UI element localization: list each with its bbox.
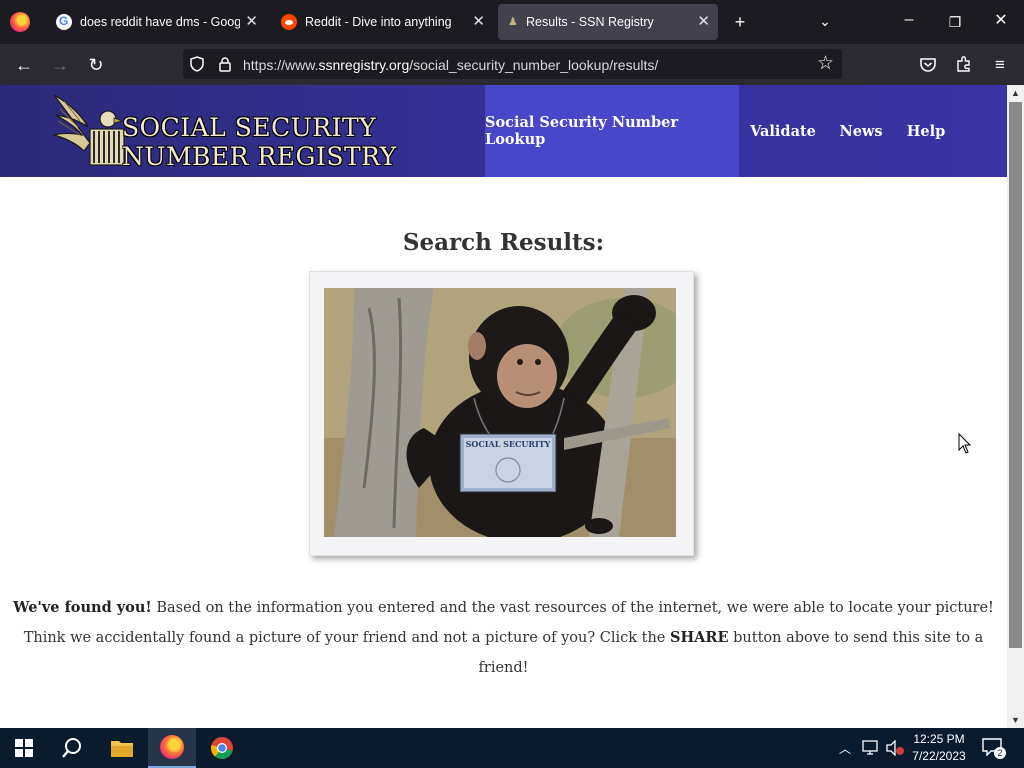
result-photo-frame: SOCIAL SECURITY [309,271,694,556]
result-photo: SOCIAL SECURITY [324,288,676,537]
restore-icon[interactable]: ❐ [944,12,966,32]
windows-logo-icon [15,739,33,757]
nav-validate[interactable]: Validate [744,85,822,177]
new-tab-icon[interactable]: + [729,12,751,32]
chimpanzee-with-card-image: SOCIAL SECURITY [324,288,676,537]
search-button[interactable] [48,728,96,768]
url-path: /social_security_number_lookup/results/ [409,57,659,73]
firefox-menu-icon[interactable] [10,12,30,32]
taskbar-chrome[interactable] [198,728,246,768]
clock-time: 12:25 PM [913,732,965,746]
minimize-icon[interactable]: – [898,10,920,30]
firefox-icon [160,735,184,759]
nav-label: Social Security Number Lookup [485,114,678,148]
site-logo[interactable]: SOCIAL SECURITY NUMBER REGISTRY [50,91,396,171]
notification-count-badge: 2 [994,747,1006,759]
results-title: Search Results: [402,229,605,256]
card-label: SOCIAL SECURITY [466,439,551,449]
ssn-icon: ♟ [508,16,518,28]
taskbar-firefox[interactable] [148,728,196,768]
system-clock[interactable]: 12:25 PM 7/22/2023 [905,731,973,765]
address-bar[interactable]: https://www.ssnregistry.org/social_secur… [183,49,842,79]
close-tab-icon[interactable]: ✕ [472,14,485,30]
nav-help[interactable]: Help [900,85,952,177]
url-prefix: https://www. [243,57,319,73]
extensions-icon[interactable] [955,55,973,73]
reddit-icon [281,14,297,30]
reload-icon[interactable]: ↻ [85,54,107,76]
file-explorer-icon [111,741,133,757]
tab-ssn-registry[interactable]: ♟ Results - SSN Registry ✕ [498,4,718,40]
bookmark-star-icon[interactable]: ☆ [817,52,834,75]
tab-title: does reddit have dms - Google [80,15,240,29]
logo-line-1: SOCIAL SECURITY [122,113,377,142]
start-button[interactable] [0,728,48,768]
site-header: SOCIAL SECURITY NUMBER REGISTRY Social S… [0,85,1007,177]
scrollbar-thumb[interactable] [1009,102,1022,648]
tab-title: Reddit - Dive into anything [305,15,452,29]
app-menu-icon[interactable]: ≡ [989,54,1011,76]
volume-muted-icon[interactable] [886,740,904,756]
results-line-2: Think we accidentally found a picture of… [0,623,1007,683]
browser-tab-strip: does reddit have dms - Google ✕ Reddit -… [0,0,1024,44]
nav-label: News [839,122,883,140]
close-window-icon[interactable]: ✕ [990,11,1012,31]
tab-google-search[interactable]: does reddit have dms - Google ✕ [46,4,266,40]
eagle-emblem-icon [51,94,125,166]
tracking-protection-shield-icon[interactable] [189,56,205,72]
results-line-2-pre: Think we accidentally found a picture of… [23,630,670,646]
lock-icon[interactable] [218,56,232,72]
nav-news[interactable]: News [832,85,890,177]
nav-ssn-lookup[interactable]: Social Security Number Lookup [485,85,739,177]
scroll-up-arrow-icon[interactable]: ▲ [1007,85,1024,101]
show-hidden-icons-chevron-icon[interactable]: ︿ [839,740,851,757]
pocket-icon[interactable] [919,56,937,74]
search-icon [62,738,81,758]
windows-taskbar: ︿ 12:25 PM 7/22/2023 2 [0,728,1024,768]
page-viewport: SOCIAL SECURITY NUMBER REGISTRY Social S… [0,85,1007,728]
found-you-text: We've found you! [13,599,152,616]
browser-navigation-bar: ← → ↻ https://www.ssnregistry.org/social… [0,44,1024,85]
url-domain: ssnregistry.org [318,57,410,73]
results-message: We've found you! Based on the informatio… [0,593,1007,683]
tab-title: Results - SSN Registry [526,15,654,29]
share-word: SHARE [670,629,729,646]
logo-line-2: NUMBER REGISTRY [122,142,397,171]
close-tab-icon[interactable]: ✕ [697,14,710,30]
list-all-tabs-icon[interactable]: ⌄ [814,11,836,31]
network-icon[interactable] [862,740,880,756]
nav-label: Help [906,122,946,140]
action-center-button[interactable]: 2 [982,738,1006,759]
forward-icon[interactable]: → [49,54,71,76]
google-icon [56,14,72,30]
nav-label: Validate [750,122,816,140]
chrome-icon [211,737,233,759]
scroll-down-arrow-icon[interactable]: ▼ [1007,712,1024,728]
page-scrollbar[interactable]: ▲ ▼ [1007,85,1024,728]
taskbar-file-explorer[interactable] [98,728,146,768]
clock-date: 7/22/2023 [912,749,966,763]
results-line-1: We've found you! Based on the informatio… [0,593,1007,623]
close-tab-icon[interactable]: ✕ [245,14,258,30]
tab-reddit[interactable]: Reddit - Dive into anything ✕ [271,4,493,40]
mouse-cursor-icon [958,433,972,454]
back-icon[interactable]: ← [13,54,35,76]
results-line-1-text: Based on the information you entered and… [151,600,994,616]
url-text[interactable]: https://www.ssnregistry.org/social_secur… [243,57,658,73]
